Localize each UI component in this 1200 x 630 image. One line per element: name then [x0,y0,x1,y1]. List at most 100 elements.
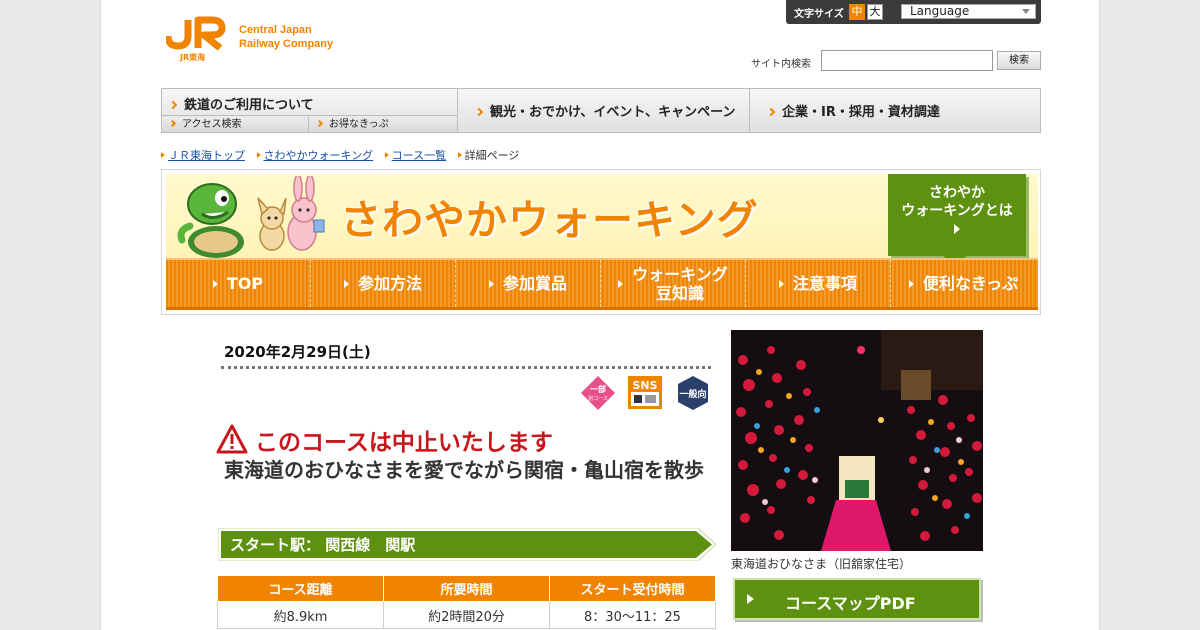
breadcrumb: ＪＲ東海トップ さわやかウォーキング コース一覧 詳細ページ [161,147,535,163]
arrow-right-icon [766,107,776,117]
course-title: 東海道のおひなさまを愛でながら関宿・亀山宿を散歩 [224,458,704,482]
company-name: Central Japan Railway Company [239,23,333,51]
breadcrumb-item[interactable]: さわやかウォーキング [256,147,374,163]
mascot-characters-icon [177,176,325,258]
nav-access-search[interactable]: アクセス検索 [162,117,309,132]
triangle-right-icon [256,152,261,158]
banner-title: さわやかウォーキング [340,196,759,244]
triangle-right-icon [778,279,784,288]
triangle-right-icon [954,224,960,234]
svg-text:SNS: SNS [632,379,657,392]
breadcrumb-link-walking[interactable]: さわやかウォーキング [264,149,374,162]
subnav-prizes[interactable]: 参加賞品 [456,260,601,307]
subnav-prizes-label: 参加賞品 [502,274,567,293]
about-walking-button[interactable]: さわやか ウォーキングとは [888,174,1026,264]
page: 文字サイズ 中 大 Language JR東海 Central Japan Ra… [100,0,1100,630]
general-audience-badge-icon: 一般向 [678,376,708,410]
header-reception-time: スタート受付時間 [549,575,716,602]
cell-distance: 約8.9km [217,601,384,629]
start-station-text: スタート駅： 関西線 関駅 [230,536,416,554]
font-size-large-button[interactable]: 大 [867,4,883,20]
site-search-input[interactable] [821,50,993,71]
triangle-right-icon [384,152,389,158]
triangle-right-icon [747,594,754,604]
breadcrumb-item: 詳細ページ [457,147,528,163]
nav-corporate-label: 企業・IR・採用・資材調達 [782,105,940,120]
font-size-medium-button[interactable]: 中 [849,4,865,20]
svg-text:一部: 一部 [590,384,606,394]
triangle-right-icon [457,152,462,158]
nav-rail-usage-group: 鉄道のご利用について アクセス検索 お得なきっぷ [162,89,458,132]
header-duration: 所要時間 [383,575,550,602]
course-date: 2020年2月29日(土) [224,343,371,361]
nav-access-search-label: アクセス検索 [182,119,242,130]
subnav-walking-tips-line1: ウォーキング [632,264,728,284]
about-walking-line1: さわやか [929,185,985,201]
triangle-right-icon [343,279,349,288]
table-header-row: コース距離 所要時間 スタート受付時間 [217,575,716,602]
hanging-hina-dolls-image [731,330,983,551]
global-nav: 鉄道のご利用について アクセス検索 お得なきっぷ 観光・おでかけ、イベント、キャ… [161,88,1041,133]
triangle-right-icon [908,279,914,288]
subnav-cautions[interactable]: 注意事項 [746,260,891,307]
chevron-down-icon [1022,9,1030,14]
site-search-label: サイト内検索 [751,59,811,70]
nav-rail-usage-label: 鉄道のご利用について [184,98,314,113]
subnav-useful-tickets[interactable]: 便利なきっぷ [891,260,1036,307]
cell-duration: 約2時間20分 [383,601,550,629]
subnav-top-label: TOP [226,274,264,293]
subnav-walking-tips[interactable]: ウォーキング 豆知識 [601,260,746,307]
arrow-right-icon [315,119,324,128]
start-station-bar: スタート駅： 関西線 関駅 [218,528,716,561]
company-name-line1: Central Japan [239,24,312,36]
subnav-walking-tips-line2: 豆知識 [655,283,704,303]
breadcrumb-item[interactable]: ＪＲ東海トップ [161,147,245,163]
breadcrumb-item[interactable]: コース一覧 [384,147,446,163]
warning-icon [216,424,248,454]
utility-bar: 文字サイズ 中 大 Language [786,0,1041,24]
breadcrumb-link-course-list[interactable]: コース一覧 [392,149,446,162]
breadcrumb-link-jr-top[interactable]: ＪＲ東海トップ [168,149,245,162]
triangle-right-icon [212,279,218,288]
about-walking-line2: ウォーキングとは [901,203,1013,219]
sns-badge-icon: SNS [628,376,662,409]
triangle-right-icon [161,152,165,158]
search-button[interactable]: 検索 [997,51,1041,70]
course-info-table: コース距離 所要時間 スタート受付時間 約8.9km 約2時間20分 8：30～… [217,575,716,629]
divider [221,366,711,369]
arrow-right-icon [474,107,484,117]
language-select[interactable]: Language [901,4,1036,19]
photo-caption: 東海道おひなさま（旧舘家住宅） [731,557,912,571]
course-photo [731,330,983,551]
subnav-how-to-join[interactable]: 参加方法 [311,260,456,307]
language-label: Language [910,4,970,18]
subnav-cautions-label: 注意事項 [792,274,857,293]
nav-rail-usage[interactable]: 鉄道のご利用について [162,89,457,116]
course-map-pdf-button[interactable]: コースマップPDF [733,578,981,620]
subnav-walking-tips-label: ウォーキング 豆知識 [632,265,728,303]
font-size-label: 文字サイズ [794,9,844,20]
nav-tourism[interactable]: 観光・おでかけ、イベント、キャンペーン [458,89,750,132]
logo-subtext: JR東海 [180,53,206,62]
subnav-how-to-join-label: 参加方法 [357,274,422,293]
jr-logo-icon [166,16,226,50]
course-map-pdf-label: コースマップPDF [785,594,916,613]
course-badges: 一部 別コース SNS 一般向 [581,376,708,410]
svg-text:一般向: 一般向 [679,388,706,400]
triangle-right-icon [618,279,624,288]
cancellation-text: このコースは中止いたします [255,430,553,456]
walking-subnav: TOP 参加方法 参加賞品 ウォーキング 豆知識 注意事項 便利なきっぷ [166,258,1038,310]
nav-tourism-label: 観光・おでかけ、イベント、キャンペーン [490,105,736,120]
subnav-top[interactable]: TOP [166,260,311,307]
nav-discount-tickets[interactable]: お得なきっぷ [309,117,457,132]
breadcrumb-current: 詳細ページ [464,149,520,162]
company-name-line2: Railway Company [239,38,334,50]
subnav-useful-tickets-label: 便利なきっぷ [922,274,1019,293]
nav-corporate[interactable]: 企業・IR・採用・資材調達 [750,89,1040,132]
walking-banner: さわやかウォーキング さわやか ウォーキングとは TOP 参加方法 参加賞品 ウ… [161,169,1041,315]
nav-discount-tickets-label: お得なきっぷ [329,119,389,130]
svg-text:別コース: 別コース [588,395,608,402]
header-distance: コース距離 [217,575,384,602]
table-row: 約8.9km 約2時間20分 8：30～11：25 [217,601,716,629]
arrow-right-icon [168,100,178,110]
